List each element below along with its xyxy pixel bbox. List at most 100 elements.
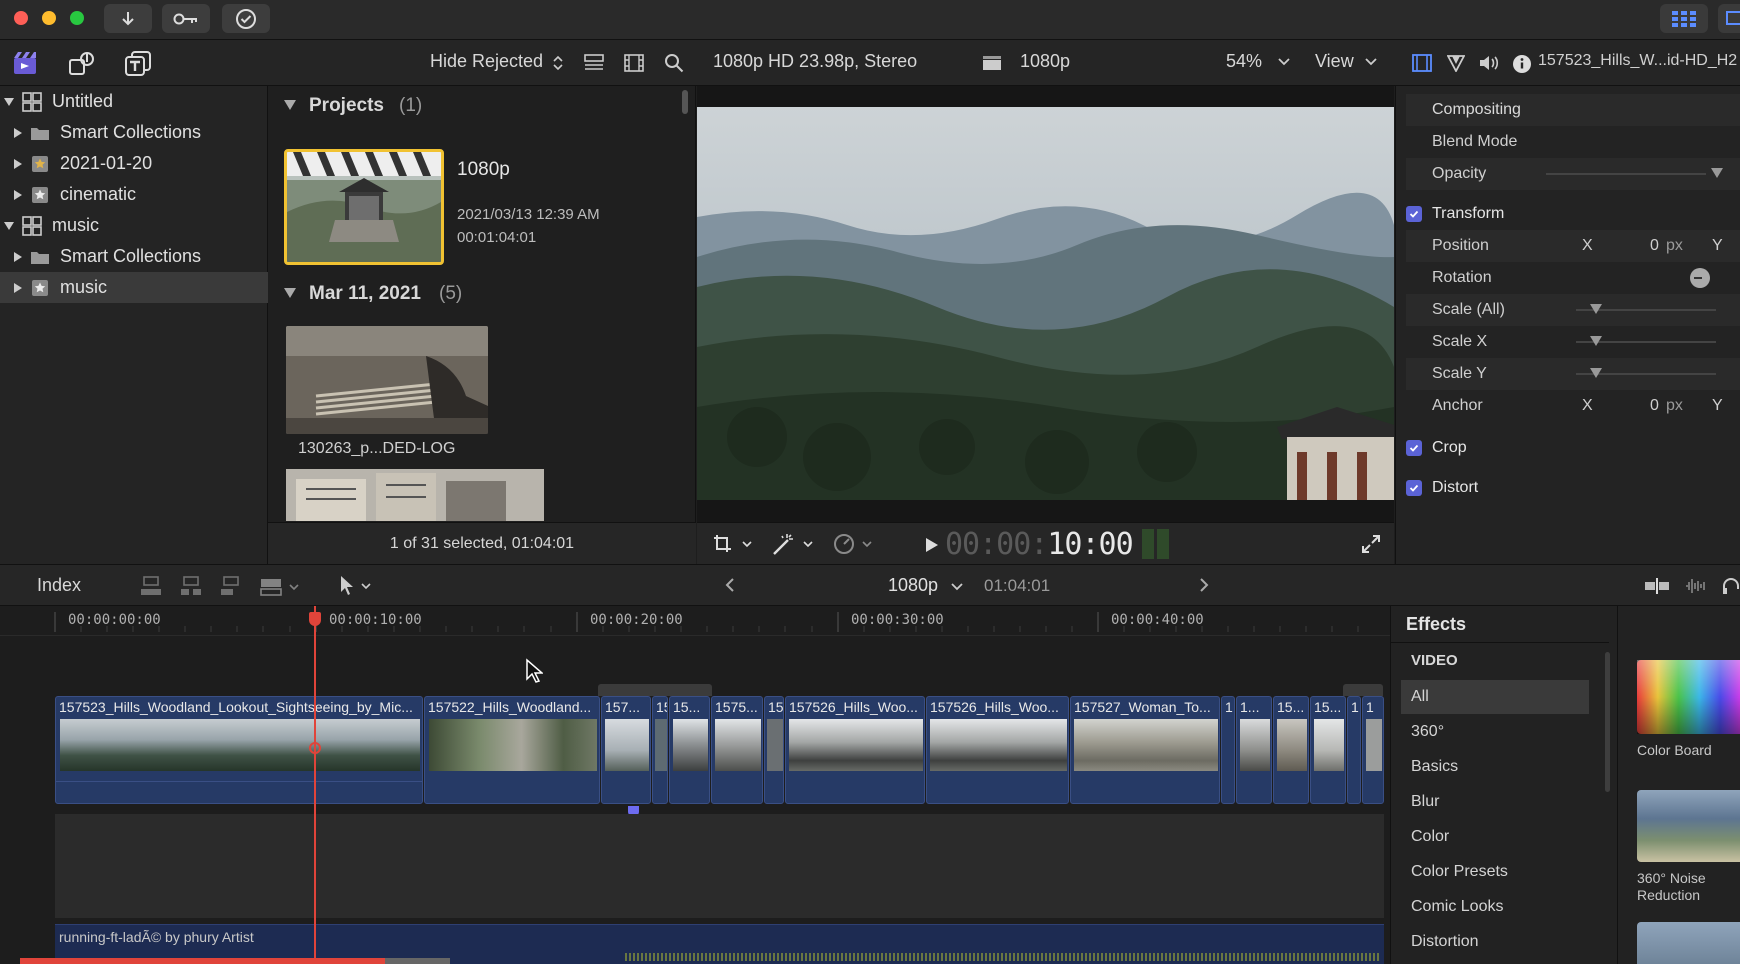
info-inspector-tab[interactable] — [1512, 54, 1532, 74]
sidebar-item-smart-collections[interactable]: Smart Collections — [0, 117, 268, 148]
blend-mode-row[interactable]: Blend Mode — [1406, 126, 1740, 158]
scale-y-slider-thumb[interactable] — [1590, 368, 1602, 378]
effects-category-distortion[interactable]: Distortion — [1401, 925, 1589, 959]
search-button[interactable] — [664, 53, 684, 73]
timeline-clip[interactable]: 1 — [1362, 696, 1384, 804]
effects-category-scrollbar[interactable] — [1605, 652, 1610, 792]
timeline-clip[interactable]: 157526_Hills_Woo... — [926, 696, 1069, 804]
distort-checkbox[interactable] — [1406, 480, 1422, 496]
solo-button[interactable] — [1722, 577, 1740, 595]
fullscreen-button[interactable] — [1361, 534, 1381, 554]
noise-reduction-thumbnail[interactable] — [1637, 790, 1740, 862]
timeline-clip[interactable]: 1575... — [711, 696, 763, 804]
connected-clip-stub[interactable] — [598, 684, 712, 696]
compositing-section[interactable]: Compositing — [1406, 94, 1740, 126]
clip-thumbnail[interactable] — [286, 326, 488, 434]
rotation-dial[interactable] — [1690, 268, 1710, 288]
import-button[interactable] — [104, 4, 152, 33]
libraries-button[interactable] — [12, 50, 38, 76]
retime-menu-button[interactable] — [833, 532, 877, 556]
photos-audio-button[interactable] — [68, 50, 96, 76]
playhead-handle-icon[interactable] — [309, 612, 321, 626]
scale-all-slider-thumb[interactable] — [1590, 304, 1602, 314]
overwrite-clip-button[interactable] — [260, 575, 302, 597]
scale-x-slider-thumb[interactable] — [1590, 336, 1602, 346]
timeline-clip[interactable]: 157526_Hills_Woo... — [785, 696, 925, 804]
color-inspector-tab[interactable] — [1447, 54, 1465, 72]
viewer-frame[interactable] — [697, 107, 1394, 500]
date-group-disclosure[interactable] — [284, 288, 296, 298]
timeline-clip[interactable]: 15 — [764, 696, 784, 804]
distort-section[interactable]: Distort — [1406, 472, 1740, 504]
sidebar-item-event-cinematic[interactable]: cinematic — [0, 179, 268, 210]
keywords-button[interactable] — [162, 4, 210, 33]
timeline-clip[interactable]: 1... — [1236, 696, 1272, 804]
connected-clip-stub[interactable] — [1343, 684, 1383, 696]
timeline-project-menu[interactable]: 1080p — [888, 575, 938, 596]
effects-category-comic-looks[interactable]: Comic Looks — [1401, 890, 1589, 924]
timeline-clip[interactable]: 1 — [1221, 696, 1235, 804]
transform-menu-button[interactable] — [713, 533, 755, 555]
video-inspector-tab[interactable] — [1412, 54, 1432, 72]
disclosure-closed-icon[interactable] — [14, 189, 22, 200]
disclosure-open-icon[interactable] — [4, 221, 14, 230]
timeline-clip[interactable]: 157... — [601, 696, 651, 804]
timeline-clip[interactable]: 15... — [1310, 696, 1346, 804]
timeline-clip[interactable]: 157522_Hills_Woodland... — [424, 696, 600, 804]
project-thumbnail[interactable] — [284, 149, 444, 265]
connect-clip-button[interactable] — [140, 575, 162, 597]
disclosure-closed-icon[interactable] — [14, 127, 22, 138]
effects-category-blur[interactable]: Blur — [1401, 785, 1589, 819]
disclosure-open-icon[interactable] — [4, 97, 14, 106]
color-board-thumbnail[interactable] — [1637, 660, 1740, 734]
transform-section[interactable]: Transform — [1406, 198, 1740, 230]
zoom-dropdown[interactable]: 54% — [1226, 51, 1262, 72]
browser-scrollbar[interactable] — [682, 90, 688, 114]
sidebar-item-smart-collections-2[interactable]: Smart Collections — [0, 241, 268, 272]
timeline-forward-button[interactable] — [1198, 577, 1210, 593]
minimize-window-button[interactable] — [42, 11, 56, 25]
disclosure-closed-icon[interactable] — [14, 282, 22, 293]
audio-inspector-tab[interactable] — [1478, 54, 1500, 72]
hide-rejected-filter[interactable]: Hide Rejected — [430, 51, 543, 72]
workspace-sidebar-button[interactable] — [1718, 4, 1740, 33]
timeline-back-button[interactable] — [724, 577, 736, 593]
sidebar-item-music-library[interactable]: music — [0, 210, 268, 241]
play-button[interactable] — [925, 537, 939, 553]
transform-checkbox[interactable] — [1406, 206, 1422, 222]
opacity-slider-thumb[interactable] — [1711, 168, 1723, 178]
effects-category-color-presets[interactable]: Color Presets — [1401, 855, 1589, 889]
append-clip-button[interactable] — [220, 575, 242, 597]
timecode-display[interactable]: 00:00: 10:00 — [945, 527, 1134, 562]
close-window-button[interactable] — [14, 11, 28, 25]
effect-thumbnail[interactable] — [1637, 922, 1740, 964]
effects-category-basics[interactable]: Basics — [1401, 750, 1589, 784]
effects-category-color[interactable]: Color — [1401, 820, 1589, 854]
timeline-clip[interactable]: 1 — [1347, 696, 1361, 804]
timeline-clip[interactable]: 15 — [652, 696, 668, 804]
effects-category-360[interactable]: 360° — [1401, 715, 1589, 749]
zoom-window-button[interactable] — [70, 11, 84, 25]
insert-clip-button[interactable] — [180, 575, 202, 597]
titles-generators-button[interactable] — [124, 50, 152, 76]
empty-track[interactable] — [55, 814, 1384, 918]
list-view-button[interactable] — [584, 54, 604, 72]
select-tool-button[interactable] — [338, 574, 378, 596]
timeline-clip[interactable]: 157527_Woman_To... — [1070, 696, 1220, 804]
background-tasks-button[interactable] — [222, 4, 270, 33]
playhead[interactable] — [314, 606, 316, 964]
sidebar-item-event-music[interactable]: music — [0, 272, 268, 303]
audio-skimming-button[interactable] — [1684, 577, 1708, 595]
timeline-clip[interactable]: 157523_Hills_Woodland_Lookout_Sightseein… — [55, 696, 423, 804]
crop-checkbox[interactable] — [1406, 440, 1422, 456]
clip-skimming-button[interactable] — [1644, 577, 1670, 595]
anchor-x-value[interactable]: 0 — [1650, 397, 1659, 415]
filmstrip-view-button[interactable] — [624, 54, 644, 72]
position-x-value[interactable]: 0 — [1650, 237, 1659, 255]
disclosure-closed-icon[interactable] — [14, 158, 22, 169]
clip-thumbnail[interactable] — [286, 469, 544, 521]
workspace-grid-button[interactable] — [1660, 4, 1708, 33]
enhance-menu-button[interactable] — [772, 532, 816, 556]
crop-section[interactable]: Crop — [1406, 432, 1740, 464]
timeline-clip[interactable]: 15... — [1273, 696, 1309, 804]
